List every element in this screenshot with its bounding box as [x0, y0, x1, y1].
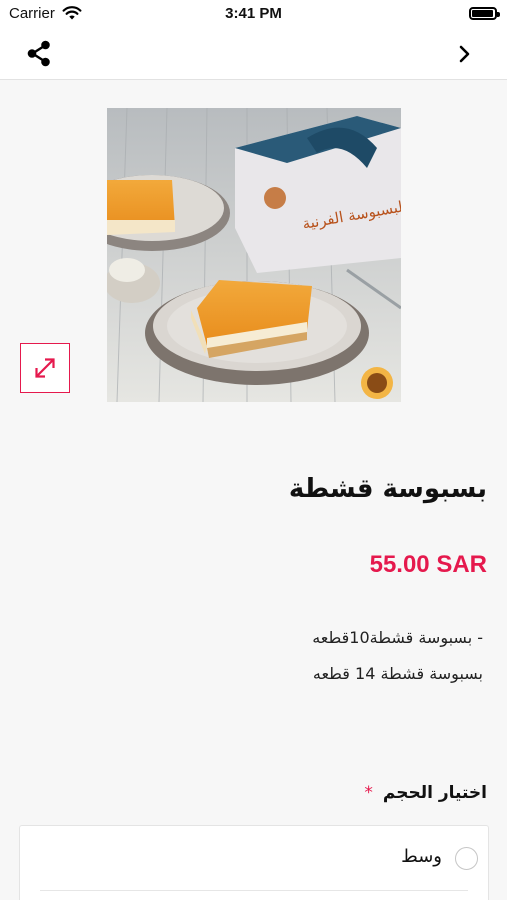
description-line: بسبوسة قشطة 14 قطعه	[312, 664, 483, 683]
status-bar: Carrier 3:41 PM	[0, 0, 507, 28]
size-option-medium[interactable]: وسط	[20, 826, 488, 890]
battery-level	[472, 10, 493, 17]
expand-image-button[interactable]	[20, 343, 70, 393]
product-price: 55.00 SAR	[369, 551, 487, 578]
product-title: بسبوسة قشطة	[288, 474, 487, 504]
size-option-label: اختيار الحجم	[382, 783, 487, 803]
radio-button[interactable]	[455, 847, 478, 870]
divider	[40, 890, 468, 891]
product-image[interactable]: البسبوسة الفرنية	[107, 108, 401, 402]
share-button[interactable]	[24, 39, 54, 69]
chevron-right-icon	[459, 45, 470, 63]
clock: 3:41 PM	[225, 5, 282, 22]
back-button[interactable]	[453, 42, 477, 66]
expand-arrows-icon	[35, 358, 55, 378]
required-mark: *	[364, 783, 373, 803]
size-option-heading: اختيار الحجم *	[364, 783, 487, 803]
size-options-list: وسط	[19, 825, 489, 900]
nav-bar	[0, 28, 507, 80]
description-line: بسبوسة قشطة10قطعه -	[312, 628, 483, 647]
battery-icon	[469, 7, 500, 20]
option-label: وسط	[401, 846, 442, 867]
share-icon	[27, 40, 50, 67]
